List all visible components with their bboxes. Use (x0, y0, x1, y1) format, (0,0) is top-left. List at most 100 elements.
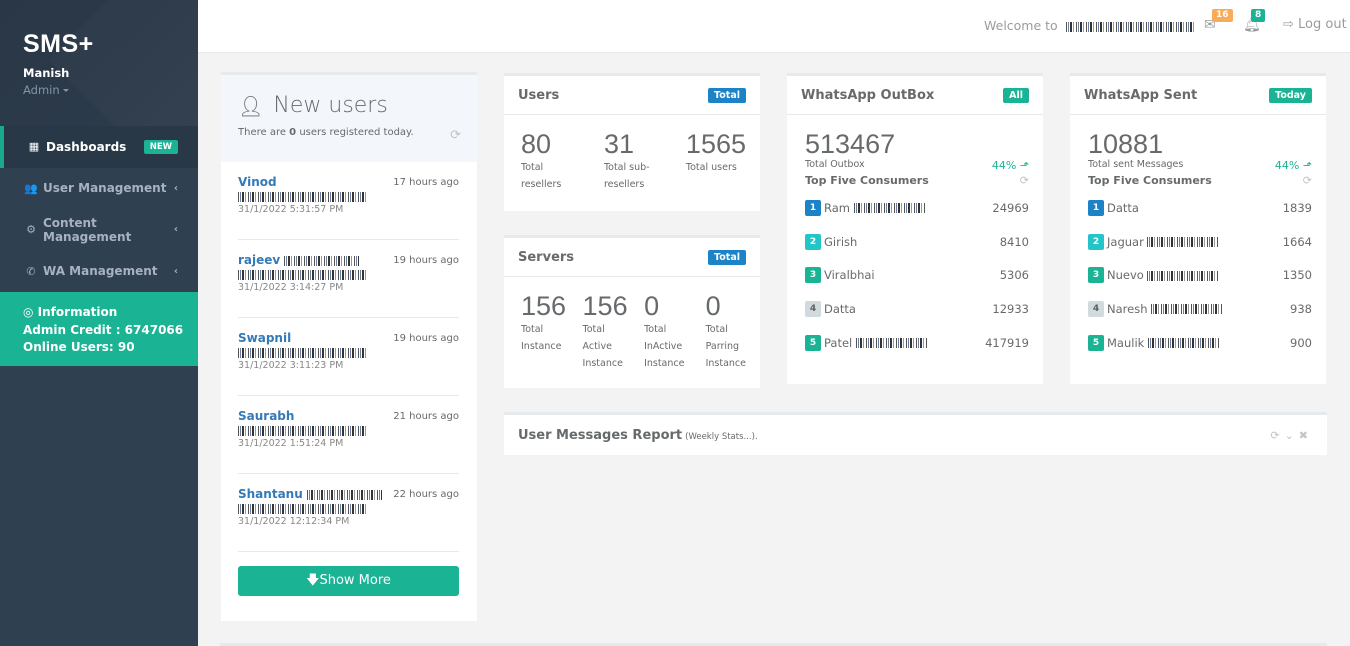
list-item: Vinod 17 hours ago 31/1/2022 5:31:57 PM (238, 162, 459, 240)
panel-title: WhatsApp OutBox (801, 87, 935, 103)
servers-panel: Servers Total 156 Total Instance 156 Total A… (504, 235, 760, 388)
close-icon[interactable]: ✖ (1299, 429, 1313, 442)
total-outbox-value: 513467 (805, 129, 896, 159)
sidebar-item-wa-management[interactable]: ✆ WA Management ‹ (0, 251, 198, 293)
user-role: Admin (23, 83, 60, 97)
user-name-link[interactable]: Saurabh (238, 409, 294, 423)
redacted-text (238, 191, 368, 202)
brand-logo: SMS+ (23, 30, 94, 58)
stat-resellers: 80 Total resellers (521, 129, 562, 190)
redacted-text (306, 489, 382, 500)
mail-count-badge: 16 (1212, 9, 1233, 22)
user-name-link[interactable]: Vinod (238, 175, 277, 189)
sidebar-item-label: User Management (43, 181, 167, 196)
chevron-down-icon[interactable]: ⌄ (1285, 429, 1299, 442)
cogs-icon: ⚙ (26, 223, 36, 237)
stat-total-instance: 156 Total Instance (521, 291, 567, 352)
caret-down-icon (62, 89, 69, 92)
notifications-button[interactable]: 🔔︎ 8 (1243, 9, 1266, 33)
sidebar-item-content-management[interactable]: ⚙ Content Management ‹ (0, 209, 198, 251)
redacted-text (238, 347, 368, 358)
user-messages-report-panel: User Messages Report (Weekly Stats...). ⟳… (504, 412, 1327, 455)
redacted-text (238, 269, 368, 280)
users-panel: Users Total 80 Total resellers 31 Total sub… (504, 73, 760, 211)
list-item: rajeev 19 hours ago 31/1/2022 3:14:27 PM (238, 240, 459, 318)
list-item: 4 Naresh 938 (1088, 292, 1312, 326)
level-up-icon: ⬏ (1302, 159, 1312, 172)
topbar: Welcome to ✉ 16 🔔︎ 8 ⇨ Log out (198, 0, 1350, 53)
stat-total-users: 1565 Total users (685, 129, 746, 173)
total-badge: Total (708, 87, 746, 103)
chevron-left-icon: ‹ (173, 224, 178, 236)
list-item: 2 Jaguar 1664 (1088, 225, 1312, 259)
life-ring-icon: ◎ (23, 305, 34, 319)
sidebar-item-dashboards[interactable]: ▦ Dashboards NEW (0, 126, 198, 168)
admin-credit: Admin Credit : 6747066 (23, 322, 184, 337)
welcome-text: Welcome to (984, 18, 1196, 33)
sidebar-item-user-management[interactable]: 👥 User Management ‹ (0, 168, 198, 210)
user-name-link[interactable]: Swapnil (238, 331, 291, 345)
whatsapp-outbox-panel: WhatsApp OutBox All 513467 Total Outbox 4… (787, 73, 1043, 384)
whatsapp-icon: ✆ (26, 264, 36, 278)
stat-parring-instance: 0 Total Parring Instance (705, 291, 747, 369)
chevron-left-icon: ‹ (173, 182, 178, 194)
refresh-icon[interactable]: ⟳ (450, 128, 461, 143)
chevron-left-icon: ‹ (173, 265, 178, 277)
total-outbox-label: Total Outbox (805, 159, 865, 170)
percent-change: 44% ⬏ (991, 159, 1029, 172)
list-item: 3 Viralbhai 5306 (805, 258, 1029, 292)
new-badge: NEW (143, 139, 178, 154)
user-icon: 👤︎ (238, 93, 264, 118)
new-users-title: New users (273, 93, 388, 118)
refresh-icon[interactable]: ⟳ (1270, 429, 1284, 442)
user-name-link[interactable]: Shantanu (238, 487, 303, 501)
stat-sub-resellers: 31 Total sub-resellers (603, 129, 650, 190)
redacted-text (238, 425, 368, 436)
today-badge: Today (1269, 87, 1312, 103)
sidebar-item-label: Content Management (43, 215, 132, 244)
profile-header: SMS+ Manish Admin (0, 0, 198, 126)
all-badge: All (1003, 87, 1029, 103)
top-five-title: Top Five Consumers (805, 174, 929, 187)
consumer-list: 1 Datta 1839 2 Jaguar 1664 3 Nuevo 1350 4 Nar… (1088, 191, 1312, 359)
whatsapp-sent-panel: WhatsApp Sent Today 10881 Total sent Mes… (1070, 73, 1326, 384)
new-users-list: Vinod 17 hours ago 31/1/2022 5:31:57 PM … (221, 162, 477, 552)
user-name: Manish (23, 66, 70, 80)
logout-link[interactable]: ⇨ Log out (1283, 17, 1347, 32)
users-icon: 👥 (24, 181, 38, 195)
list-item: Saurabh 21 hours ago 31/1/2022 1:51:24 P… (238, 396, 459, 474)
panel-title: WhatsApp Sent (1084, 87, 1198, 103)
new-users-header: 👤︎ New users There are 0 users registered… (221, 72, 477, 162)
report-subtitle: (Weekly Stats...). (685, 431, 758, 442)
redacted-text (238, 503, 368, 514)
total-sent-value: 10881 (1088, 129, 1164, 159)
online-users: Online Users: 90 (23, 340, 135, 354)
user-role-dropdown[interactable]: Admin (23, 83, 198, 97)
list-item: 1 Datta 1839 (1088, 191, 1312, 225)
list-item: 3 Nuevo 1350 (1088, 258, 1312, 292)
list-item: 4 Datta 12933 (805, 292, 1029, 326)
show-more-button[interactable]: 🡇Show More (238, 566, 459, 596)
percent-change: 44% ⬏ (1274, 159, 1312, 172)
top-five-title: Top Five Consumers (1088, 174, 1212, 187)
refresh-icon[interactable]: ⟳ (1303, 174, 1312, 187)
level-up-icon: ⬏ (1019, 159, 1029, 172)
sidebar: SMS+ Manish Admin ▦ Dashboards NEW 👥 Use… (0, 0, 198, 646)
user-name-link[interactable]: rajeev (238, 253, 280, 267)
panel-title: Users (518, 87, 560, 103)
list-item: 5 Maulik 900 (1088, 326, 1312, 360)
sidebar-item-label: WA Management (43, 264, 158, 279)
list-item: 5 Patel 417919 (805, 326, 1029, 360)
mail-button[interactable]: ✉ 16 (1204, 9, 1233, 33)
list-item: Shantanu 22 hours ago 31/1/2022 12:12:34… (238, 474, 459, 552)
redacted-text (1065, 21, 1196, 32)
list-item: 2 Girish 8410 (805, 225, 1029, 259)
refresh-icon[interactable]: ⟳ (1020, 174, 1029, 187)
stat-inactive-instance: 0 Total InActive Instance (644, 291, 685, 369)
sidebar-item-label: Dashboards (46, 139, 127, 154)
total-badge: Total (708, 249, 746, 265)
new-users-summary: There are 0 users registered today. (238, 127, 414, 138)
report-title: User Messages Report (518, 427, 683, 443)
list-item: Swapnil 19 hours ago 31/1/2022 3:11:23 P… (238, 318, 459, 396)
redacted-text (284, 255, 360, 266)
